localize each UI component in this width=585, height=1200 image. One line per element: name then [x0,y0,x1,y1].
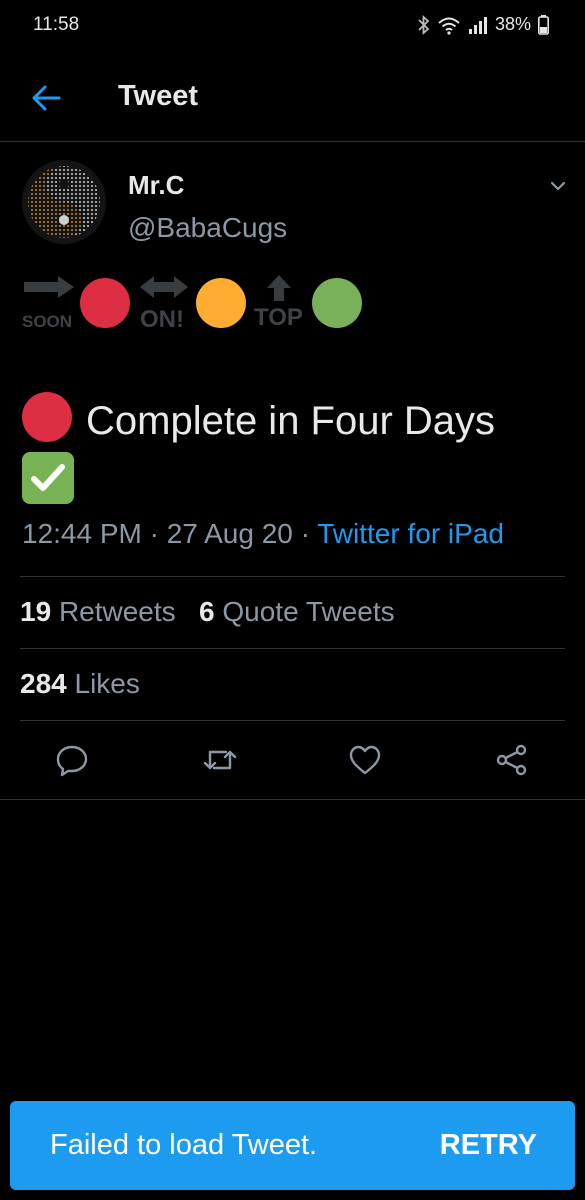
status-time: 11:58 [33,14,80,35]
back-arrow-icon [32,85,61,111]
reply-button[interactable] [52,740,92,780]
likes-label: Likes [74,668,140,699]
retweets-label: Retweets [58,596,176,627]
share-button[interactable] [492,740,532,780]
avatar[interactable] [22,160,106,244]
divider [20,648,565,649]
battery-percent: 38% [494,14,531,34]
status-icons: 38% [418,14,549,35]
more-options-button[interactable] [544,174,572,198]
back-button[interactable] [26,78,66,118]
chevron-down-icon [550,181,566,191]
green-dot [312,278,362,328]
legend-soon-label: SOON [22,312,73,331]
wifi-icon [437,15,461,35]
red-dot [80,278,130,328]
author-handle[interactable]: @BabaCugs [128,212,287,244]
check-icon [31,464,65,491]
left-right-arrow-icon [140,276,188,298]
author-display-name[interactable]: Mr.C [128,170,184,201]
tweet-meta: 12:44 PM · 27 Aug 20 · Twitter for iPad [22,518,504,550]
red-circle-emoji [22,392,72,442]
check-mark-emoji [22,452,74,504]
divider [20,720,565,721]
tweet-source-link[interactable]: Twitter for iPad [317,518,504,549]
signal-icon [468,16,488,34]
up-arrow-icon [267,275,291,301]
likes-stat[interactable]: 284 Likes [20,668,140,699]
quotes-count: 6 [199,596,215,627]
battery-icon [538,14,549,35]
tweet-body: Complete in Four Days [86,399,496,443]
share-icon [496,744,527,776]
status-legend-image: SOON ON! TOP [22,274,382,334]
tweet-actions [0,740,585,800]
bluetooth-icon [418,14,430,35]
retweet-button[interactable] [200,740,240,780]
right-arrow-icon [24,276,74,298]
retweet-icon [203,750,237,770]
top-app-bar: Tweet [0,50,585,142]
divider [0,799,585,800]
retry-button[interactable]: RETRY [440,1129,537,1162]
tweet-text: Complete in Four Days [22,392,567,448]
divider [20,576,565,577]
tweet-likes-row: 284 Likes [20,668,140,700]
reply-icon [56,745,88,777]
heart-icon [349,745,381,775]
page-title: Tweet [118,80,199,112]
quote-tweets-stat[interactable]: 6 Quote Tweets [199,596,395,627]
tweet-stats-row: 19 Retweets 6 Quote Tweets [20,596,395,628]
likes-count: 284 [20,668,67,699]
legend-top-label: TOP [254,304,303,331]
status-bar: 11:58 38% [0,0,585,50]
retweets-count: 19 [20,596,52,627]
orange-dot [196,278,246,328]
tweet-timestamp: 12:44 PM · 27 Aug 20 · [22,518,318,549]
like-button[interactable] [345,740,385,780]
legend-on-label: ON! [140,306,184,333]
retweets-stat[interactable]: 19 Retweets [20,596,176,627]
quotes-label: Quote Tweets [222,596,395,627]
snackbar-message: Failed to load Tweet. [50,1129,318,1161]
error-snackbar: Failed to load Tweet. RETRY [10,1101,575,1190]
